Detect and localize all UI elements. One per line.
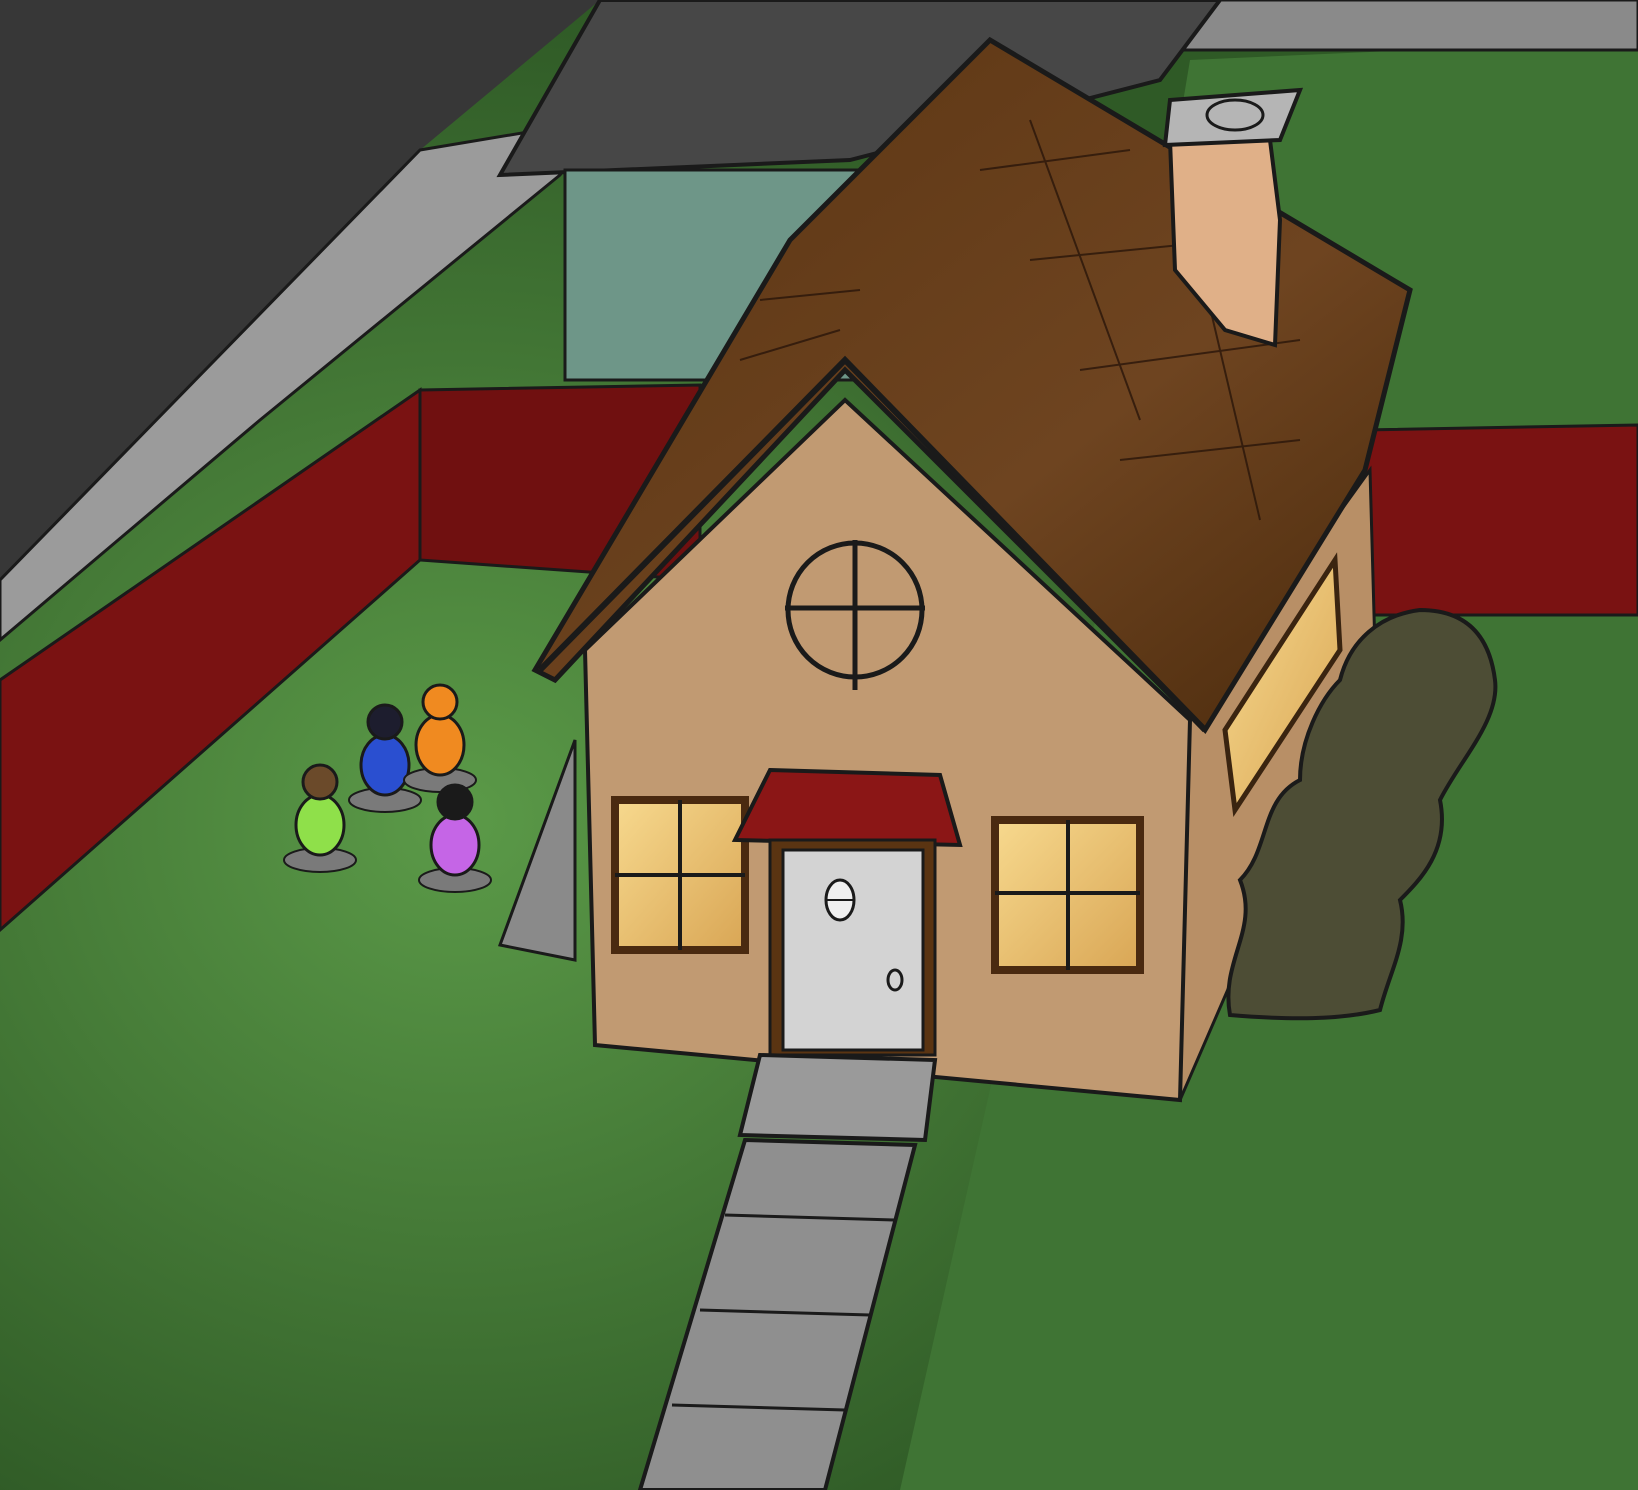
fence-right xyxy=(1358,423,1638,617)
door-awning xyxy=(731,767,963,848)
front-door xyxy=(781,848,925,1052)
far-street xyxy=(1168,0,1638,52)
house-scene xyxy=(0,0,1638,1490)
front-window-left xyxy=(611,796,749,954)
door-peephole xyxy=(824,878,856,922)
front-window-right xyxy=(991,816,1144,974)
chimney-top xyxy=(1162,87,1304,148)
walkway-step xyxy=(737,1052,938,1143)
